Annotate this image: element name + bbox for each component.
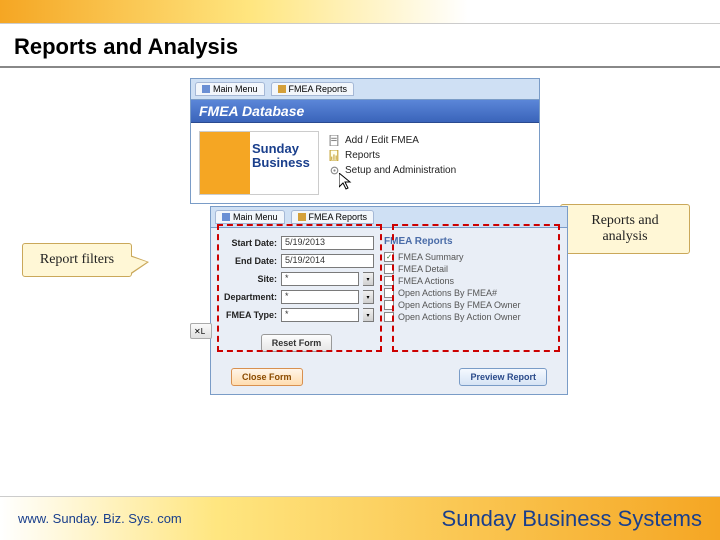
tab-label: Main Menu: [233, 212, 278, 222]
checkbox-icon[interactable]: [384, 276, 394, 286]
tab-label: Main Menu: [213, 84, 258, 94]
callout-report-filters: Report filters: [22, 243, 132, 277]
fmea-type-input[interactable]: *: [281, 308, 359, 322]
gear-icon: [329, 165, 340, 176]
field-label: Site:: [219, 274, 277, 284]
logo-swatch: [200, 132, 250, 195]
report-option-actions[interactable]: FMEA Actions: [384, 275, 559, 287]
department-input[interactable]: *: [281, 290, 359, 304]
callout-text: Report filters: [40, 252, 114, 267]
report-icon: [329, 150, 340, 161]
report-option-detail[interactable]: FMEA Detail: [384, 263, 559, 275]
tab-icon: [202, 85, 210, 93]
reports-column-title: FMEA Reports: [384, 236, 559, 247]
callout-text: Reports and analysis: [591, 213, 658, 244]
footer-url: www. Sunday. Biz. Sys. com: [18, 511, 182, 526]
footer-brand: Sunday Business Systems: [442, 506, 702, 532]
report-option-open-by-action-owner[interactable]: Open Actions By Action Owner: [384, 311, 559, 323]
checkbox-icon[interactable]: [384, 300, 394, 310]
slide-title: Reports and Analysis: [0, 24, 720, 68]
tab-main-menu[interactable]: Main Menu: [195, 82, 265, 96]
field-label: Department:: [219, 292, 277, 302]
filters-column: Start Date: 5/19/2013 End Date: 5/19/201…: [219, 236, 374, 356]
report-label: FMEA Summary: [398, 252, 464, 262]
content-area: Report filters Reports and analysis Main…: [0, 68, 720, 468]
callout-reports-analysis: Reports and analysis: [560, 204, 690, 254]
tab-main-menu[interactable]: Main Menu: [215, 210, 285, 224]
logo-line: Sunday: [252, 142, 310, 156]
checkbox-icon[interactable]: [384, 312, 394, 322]
tab-fmea-reports[interactable]: FMEA Reports: [271, 82, 355, 96]
tab-icon: [298, 213, 306, 221]
field-start-date: Start Date: 5/19/2013: [219, 236, 374, 250]
field-label: FMEA Type:: [219, 310, 277, 320]
tab-icon: [222, 213, 230, 221]
start-date-input[interactable]: 5/19/2013: [281, 236, 374, 250]
end-date-input[interactable]: 5/19/2014: [281, 254, 374, 268]
checkbox-icon[interactable]: [384, 264, 394, 274]
footer-bar: www. Sunday. Biz. Sys. com Sunday Busine…: [0, 496, 720, 540]
report-option-open-by-num[interactable]: Open Actions By FMEA#: [384, 287, 559, 299]
dropdown-icon[interactable]: ▾: [363, 308, 374, 322]
header-strip: [0, 0, 720, 24]
report-label: Open Actions By FMEA Owner: [398, 300, 521, 310]
screenshot-stage: Main Menu FMEA Reports FMEA Database Sun…: [190, 78, 570, 448]
window-main-menu: Main Menu FMEA Reports FMEA Database Sun…: [190, 78, 540, 204]
reset-form-button[interactable]: Reset Form: [261, 334, 333, 352]
logo-line: Business: [252, 156, 310, 170]
tab-strip: Main Menu FMEA Reports: [211, 207, 567, 228]
nav-reports[interactable]: Reports: [329, 150, 531, 161]
checkbox-icon[interactable]: ✓: [384, 252, 394, 262]
tab-icon: [278, 85, 286, 93]
report-label: Open Actions By FMEA#: [398, 288, 497, 298]
nav-list: Add / Edit FMEA Reports Setup and Admini…: [329, 131, 531, 195]
reports-column: FMEA Reports ✓ FMEA Summary FMEA Detail …: [384, 236, 559, 356]
nav-label: Add / Edit FMEA: [345, 135, 419, 146]
dropdown-icon[interactable]: ▾: [363, 290, 374, 304]
field-fmea-type: FMEA Type: * ▾: [219, 308, 374, 322]
tab-label: FMEA Reports: [309, 212, 368, 222]
logo-text: Sunday Business: [252, 142, 310, 170]
window-title-bar: FMEA Database: [191, 100, 539, 123]
stub-label: L: [201, 327, 205, 336]
field-department: Department: * ▾: [219, 290, 374, 304]
tab-fmea-reports[interactable]: FMEA Reports: [291, 210, 375, 224]
nav-label: Setup and Administration: [345, 165, 456, 176]
document-icon: [329, 135, 340, 146]
preview-report-button[interactable]: Preview Report: [459, 368, 547, 386]
tab-strip: Main Menu FMEA Reports: [191, 79, 539, 100]
field-label: End Date:: [219, 256, 277, 266]
checkbox-icon[interactable]: [384, 288, 394, 298]
field-end-date: End Date: 5/19/2014: [219, 254, 374, 268]
nav-add-edit-fmea[interactable]: Add / Edit FMEA: [329, 135, 531, 146]
truncated-button[interactable]: ✕ L: [190, 323, 212, 339]
report-option-open-by-fmea-owner[interactable]: Open Actions By FMEA Owner: [384, 299, 559, 311]
nav-setup-admin[interactable]: Setup and Administration: [329, 165, 531, 176]
report-option-summary[interactable]: ✓ FMEA Summary: [384, 251, 559, 263]
nav-label: Reports: [345, 150, 380, 161]
report-label: FMEA Actions: [398, 276, 454, 286]
site-input[interactable]: *: [281, 272, 359, 286]
field-label: Start Date:: [219, 238, 277, 248]
close-form-button[interactable]: Close Form: [231, 368, 303, 386]
report-label: FMEA Detail: [398, 264, 448, 274]
dropdown-icon[interactable]: ▾: [363, 272, 374, 286]
field-site: Site: * ▾: [219, 272, 374, 286]
report-label: Open Actions By Action Owner: [398, 312, 521, 322]
tab-label: FMEA Reports: [289, 84, 348, 94]
logo-block: Sunday Business: [199, 131, 319, 195]
window-fmea-reports: Main Menu FMEA Reports Start Date: 5/19/…: [210, 206, 568, 395]
